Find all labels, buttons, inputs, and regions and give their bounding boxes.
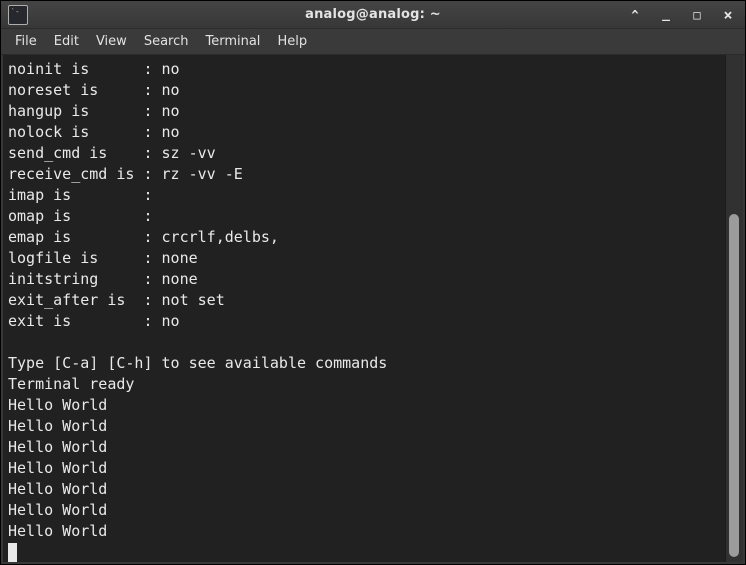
- terminal-line: Terminal ready: [8, 374, 725, 395]
- maximize-button[interactable]: □: [690, 1, 704, 29]
- terminal-screen[interactable]: noinit is : nonoreset is : nohangup is :…: [3, 55, 725, 562]
- menu-view[interactable]: View: [88, 31, 135, 52]
- terminal-line: noinit is : no: [8, 59, 725, 80]
- minimize-button[interactable]: _: [659, 1, 673, 29]
- terminal-cursor: [8, 543, 17, 562]
- scrollbar-thumb[interactable]: [729, 214, 739, 557]
- terminal-line: receive_cmd is : rz -vv -E: [8, 164, 725, 185]
- terminal-line: send_cmd is : sz -vv: [8, 143, 725, 164]
- terminal-line: imap is :: [8, 185, 725, 206]
- window-content: noinit is : nonoreset is : nohangup is :…: [1, 55, 745, 564]
- terminal-line: hangup is : no: [8, 101, 725, 122]
- terminal-line: Hello World: [8, 416, 725, 437]
- terminal-line: Hello World: [8, 395, 725, 416]
- close-button[interactable]: ×: [721, 1, 735, 29]
- terminal-line: Type [C-a] [C-h] to see available comman…: [8, 353, 725, 374]
- terminal-line: nolock is : no: [8, 122, 725, 143]
- menu-file[interactable]: File: [7, 31, 45, 52]
- terminal-line: emap is : crcrlf,delbs,: [8, 227, 725, 248]
- menu-terminal[interactable]: Terminal: [197, 31, 268, 52]
- titlebar[interactable]: `- analog@analog: ~ ^ _ □ ×: [1, 1, 745, 29]
- menu-search[interactable]: Search: [136, 31, 197, 52]
- terminal-output: noinit is : nonoreset is : nohangup is :…: [8, 59, 725, 542]
- terminal-line: exit is : no: [8, 311, 725, 332]
- scrollbar[interactable]: [725, 55, 743, 562]
- terminal-line: omap is :: [8, 206, 725, 227]
- terminal-line: Hello World: [8, 479, 725, 500]
- window-controls: ^ _ □ ×: [628, 1, 735, 29]
- terminal-line: [8, 332, 725, 353]
- terminal-line: logfile is : none: [8, 248, 725, 269]
- terminal-line: Hello World: [8, 437, 725, 458]
- menu-help[interactable]: Help: [269, 31, 315, 52]
- terminal-window: `- analog@analog: ~ ^ _ □ × File Edit Vi…: [0, 0, 746, 565]
- shade-button[interactable]: ^: [628, 1, 642, 29]
- terminal-line: Hello World: [8, 458, 725, 479]
- menu-edit[interactable]: Edit: [46, 31, 87, 52]
- terminal-line: Hello World: [8, 521, 725, 542]
- terminal-line: initstring : none: [8, 269, 725, 290]
- terminal-line: Hello World: [8, 500, 725, 521]
- terminal-line: exit_after is : not set: [8, 290, 725, 311]
- terminal-line: noreset is : no: [8, 80, 725, 101]
- menubar: File Edit View Search Terminal Help: [1, 29, 745, 55]
